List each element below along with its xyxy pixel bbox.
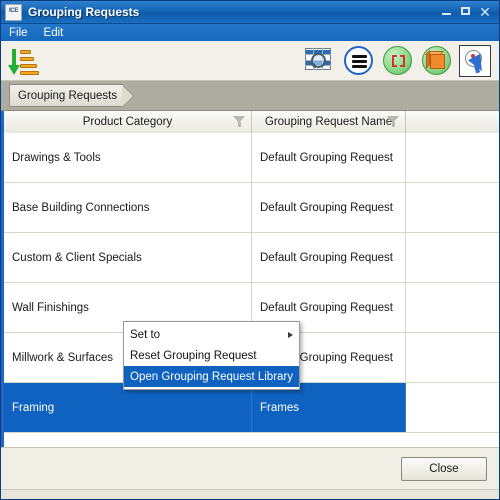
table-search-button[interactable] [303,45,335,77]
cell-grouping-request-name: Frames [252,383,406,432]
context-menu: Set to Reset Grouping Request Open Group… [123,321,300,390]
close-window-button[interactable]: ✕ [479,5,491,19]
cell-extra [406,333,499,382]
menu-item-file[interactable]: File [9,27,28,39]
breadcrumb-item-label: Grouping Requests [18,89,118,102]
pick-tool-icon [462,48,488,74]
toolbar-right-group [303,44,495,77]
cell-grouping-request-name: Default Grouping Request [252,183,406,232]
maximize-button[interactable] [460,6,472,18]
context-menu-item-label: Set to [130,328,161,341]
context-menu-item-label: Reset Grouping Request [130,349,257,362]
status-strip [1,489,499,499]
menu-bar: File Edit [1,24,499,41]
minimize-button[interactable] [441,6,453,18]
grouping-requests-table: Product Category Grouping Request Name D… [1,111,499,447]
column-header-grouping-request-name[interactable]: Grouping Request Name [252,111,406,133]
cell-extra [406,183,499,232]
sort-descending-button[interactable] [7,45,39,77]
cell-product-category: Base Building Connections [4,183,252,232]
cell-grouping-request-name: Default Grouping Request [252,233,406,282]
pick-tool-button[interactable] [459,44,491,77]
grouping-requests-window: ICE Grouping Requests ✕ File Edit Groupi… [0,0,500,500]
column-header-label: Product Category [82,116,173,128]
select-region-button[interactable] [381,45,413,77]
cell-product-category: Framing [4,383,252,432]
window-title: Grouping Requests [28,5,140,19]
cell-grouping-request-name: Default Grouping Request [252,133,406,182]
title-bar: ICE Grouping Requests ✕ [1,1,499,24]
context-menu-item-reset-grouping-request[interactable]: Reset Grouping Request [124,345,299,366]
model-box-icon [421,46,451,75]
context-menu-item-open-grouping-request-library[interactable]: Open Grouping Request Library [124,366,299,387]
column-header-product-category[interactable]: Product Category [4,111,252,133]
menu-item-edit[interactable]: Edit [44,27,64,39]
context-menu-item-set-to[interactable]: Set to [124,324,299,345]
column-header-extra[interactable] [406,111,499,133]
app-icon: ICE [5,3,22,21]
filter-funnel-icon[interactable] [387,116,400,127]
sort-descending-icon [8,46,39,76]
submenu-arrow-icon [288,331,293,338]
table-row[interactable]: Custom & Client Specials Default Groupin… [4,233,499,283]
breadcrumb: Grouping Requests [1,81,499,111]
dialog-footer: Close [1,447,499,489]
cell-extra [406,133,499,182]
column-header-label: Grouping Request Name [264,116,393,128]
cell-extra [406,383,499,432]
hamburger-menu-icon [343,46,373,75]
cell-extra [406,233,499,282]
close-button[interactable]: Close [401,456,487,481]
context-menu-item-label: Open Grouping Request Library [130,370,294,383]
table-row[interactable]: Drawings & Tools Default Grouping Reques… [4,133,499,183]
cell-product-category: Drawings & Tools [4,133,252,182]
select-region-icon [382,46,412,75]
table-search-icon [305,47,333,74]
model-box-button[interactable] [420,45,452,77]
table-row[interactable]: Framing Frames [4,383,499,433]
toolbar [1,41,499,81]
table-row[interactable]: Base Building Connections Default Groupi… [4,183,499,233]
cell-extra [406,283,499,332]
window-controls: ✕ [441,5,497,19]
breadcrumb-item-grouping-requests[interactable]: Grouping Requests [9,84,124,107]
breadcrumb-chevron-icon [122,84,144,107]
menu-circle-button[interactable] [342,45,374,77]
filter-funnel-icon[interactable] [233,116,246,127]
table-body: Drawings & Tools Default Grouping Reques… [4,133,499,447]
table-header-row: Product Category Grouping Request Name [4,111,499,134]
cell-product-category: Custom & Client Specials [4,233,252,282]
